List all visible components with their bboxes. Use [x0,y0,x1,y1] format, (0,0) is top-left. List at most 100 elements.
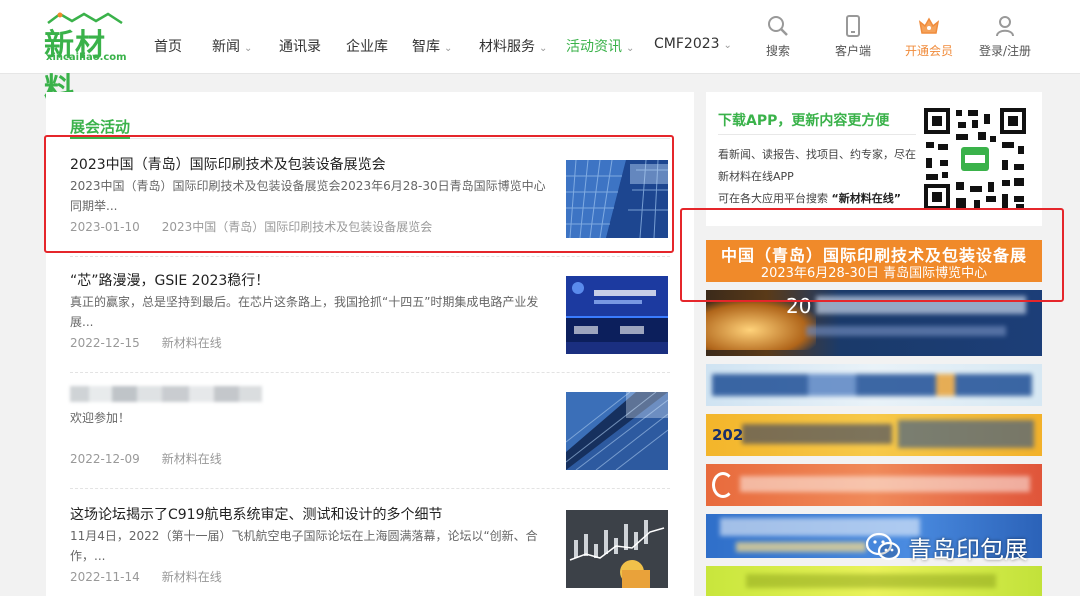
site-logo[interactable]: 新材料 xincailiao.com [44,12,127,107]
crown-icon [918,17,940,34]
article-item[interactable]: 这场论坛揭示了C919航电系统审定、测试和设计的多个细节 11月4日，2022（… [70,504,670,594]
ad-text: 20 [786,294,812,318]
article-item[interactable]: 2023中国（青岛）国际印刷技术及包装设备展览会 2023中国（青岛）国际印刷技… [70,154,670,244]
article-date: 2022-12-09 [70,452,140,466]
app-download-title[interactable]: 下载APP，更新内容更方便 [718,110,889,130]
app-search-keyword: “新材料在线” [831,192,901,205]
expo-banner[interactable]: 中国（青岛）国际印刷技术及包装设备展 2023年6月28-30日 青岛国际博览中… [706,240,1042,282]
ad-text-blurred [746,574,996,588]
article-meta: 2022-12-15 新材料在线 [70,334,244,351]
ad-text-blurred [742,424,892,444]
user-icon [996,16,1014,37]
wechat-icon [866,532,900,561]
top-header: 新材料 xincailiao.com 首页 新闻 ⌄ 通讯录 企业库 智库 ⌄ 材料… [0,0,1080,107]
divider [718,134,916,135]
events-panel: 展会活动 2023中国（青岛）国际印刷技术及包装设备展览会 2023中国（青岛）… [46,92,694,596]
section-title: 展会活动 [70,118,131,136]
chevron-down-icon: ⌄ [444,43,453,54]
chevron-down-icon: ⌄ [626,43,635,54]
ad-text-blurred [806,326,1006,336]
nav-item-events[interactable]: 活动资讯 ⌄ [566,36,634,56]
ad-text-blurred [816,296,1026,314]
phone-icon [846,15,860,37]
ad-logo-icon [712,472,734,498]
app-download-card: 下载APP，更新内容更方便 看新闻、读报告、找项目、约专家，尽在新材料在线APP… [706,92,1042,226]
divider [70,256,670,257]
article-title[interactable]: “芯”路漫漫，GSIE 2023稳行！ [70,270,269,290]
glass-tower-image [566,392,668,470]
nav-label: 智库 [412,39,440,55]
client-label: 客户端 [834,44,871,58]
ad-text: 202 [712,426,744,444]
nav-item-news[interactable]: 新闻 ⌄ [212,36,252,56]
building-glass-image [566,160,668,238]
app-download-description: 看新闻、读报告、找项目、约专家，尽在新材料在线APP 可在各大应用平台搜索 “新… [718,144,918,210]
nav-label: 企业库 [346,39,388,55]
nav-item-home[interactable]: 首页 [154,36,182,56]
article-date: 2022-11-14 [70,570,140,584]
nav-label: 活动资讯 [566,39,622,55]
search-label: 搜索 [765,44,790,58]
divider [70,138,670,139]
login-label: 登录/注册 [978,44,1032,58]
ad-banner[interactable] [706,364,1042,406]
article-title[interactable]: 2023中国（青岛）国际印刷技术及包装设备展览会 [70,154,386,174]
article-thumbnail[interactable] [566,160,668,238]
article-title-blurred[interactable] [70,386,262,402]
qr-code-icon [922,106,1028,212]
nav-label: 新闻 [212,39,240,55]
article-title[interactable]: 这场论坛揭示了C919航电系统审定、测试和设计的多个细节 [70,504,443,524]
article-thumbnail[interactable] [566,392,668,470]
client-tool[interactable]: 客户端 [821,14,885,59]
article-date: 2023-01-10 [70,220,140,234]
nav-item-enterprise[interactable]: 企业库 [346,36,388,56]
ad-banner[interactable] [706,566,1042,596]
divider [70,488,670,489]
chevron-down-icon: ⌄ [539,43,548,54]
nav-label: 首页 [154,39,182,55]
ad-text-blurred [712,374,1032,396]
vip-label: 开通会员 [904,44,953,58]
article-meta: 2022-12-09 新材料在线 [70,450,244,467]
article-thumbnail[interactable] [566,510,668,588]
article-source: 新材料在线 [161,452,222,466]
ad-banner[interactable] [706,464,1042,506]
nav-label: CMF2023 [654,36,720,52]
ad-text-blurred [740,476,1030,492]
ad-banner[interactable]: 20 [706,290,1042,356]
article-item[interactable]: “芯”路漫漫，GSIE 2023稳行！ 真正的赢家，总是坚持到最后。在芯片这条路… [70,270,670,360]
expo-banner-date: 2023年6月28-30日 青岛国际博览中心 [760,266,988,281]
nav-item-material-services[interactable]: 材料服务 ⌄ [479,36,547,56]
article-meta: 2022-11-14 新材料在线 [70,568,244,585]
search-tool[interactable]: 搜索 [746,14,810,59]
article-summary: 11月4日，2022（第十一届）飞机航空电子国际论坛在上海圆满落幕，论坛以“创新… [70,529,538,563]
login-tool[interactable]: 登录/注册 [973,14,1037,59]
article-summary: 2023中国（青岛）国际印刷技术及包装设备展览会2023年6月28-30日青岛国… [70,179,546,213]
ad-text-blurred [898,420,1034,448]
chevron-down-icon: ⌄ [723,40,732,51]
app-search-prefix: 可在各大应用平台搜索 [718,192,828,205]
nav-item-directory[interactable]: 通讯录 [279,36,321,56]
app-description-line: 看新闻、读报告、找项目、约专家，尽在新材料在线APP [718,148,916,183]
chevron-down-icon: ⌄ [244,43,253,54]
conference-stage-image [566,276,668,354]
ad-text-blurred [736,542,866,552]
article-item[interactable]: 欢迎参加！ 2022-12-09 新材料在线 [70,386,670,476]
app-description-line: 可在各大应用平台搜索 “新材料在线” [718,188,918,210]
article-thumbnail[interactable] [566,276,668,354]
article-source: 新材料在线 [161,570,222,584]
article-source: 2023中国（青岛）国际印刷技术及包装设备展览会 [161,220,433,234]
nav-label: 材料服务 [479,39,535,55]
vip-tool[interactable]: 开通会员 [897,14,961,59]
article-date: 2022-12-15 [70,336,140,350]
section-title-underline [70,137,130,139]
ad-banner[interactable]: 202 [706,414,1042,456]
article-summary: 欢迎参加！ [70,411,131,425]
stock-chart-image [566,510,668,588]
divider [70,372,670,373]
article-meta: 2023-01-10 2023中国（青岛）国际印刷技术及包装设备展览会 [70,218,454,235]
nav-item-cmf2023[interactable]: CMF2023 ⌄ [654,36,732,52]
nav-item-thinktank[interactable]: 智库 ⌄ [412,36,452,56]
nav-label: 通讯录 [279,39,321,55]
logo-domain: xincailiao.com [46,52,127,63]
